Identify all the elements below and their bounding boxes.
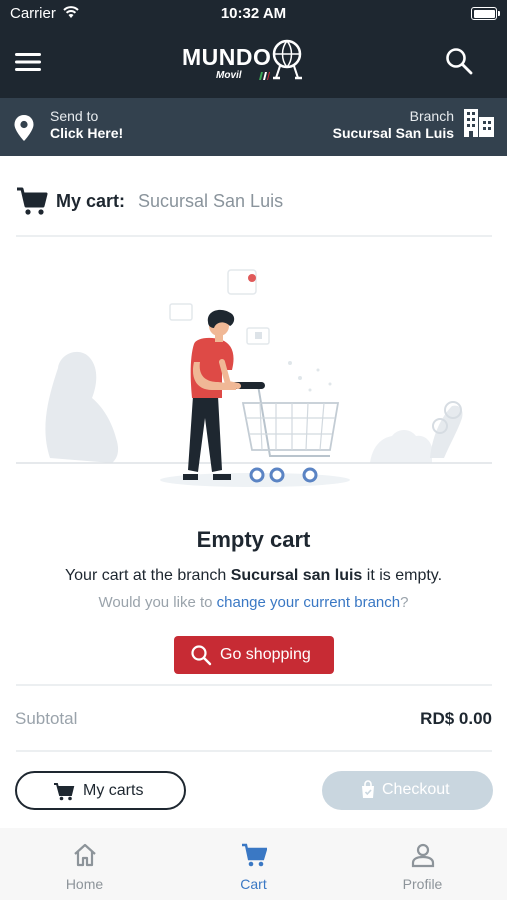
globe-mascot-icon — [272, 39, 302, 80]
change-branch-question: Would you like to change your current br… — [0, 594, 507, 611]
my-carts-button[interactable]: My carts — [15, 771, 186, 810]
send-to-value: Click Here! — [50, 125, 124, 141]
empty-cart-illustration — [16, 269, 492, 487]
location-pin-icon — [14, 115, 34, 141]
change-branch-link[interactable]: change your current branch — [217, 594, 400, 611]
my-carts-label: My carts — [83, 782, 144, 799]
brand-logo: MUNDO Movil — [182, 36, 308, 88]
question-suffix: ? — [400, 594, 409, 611]
checkout-button[interactable]: Checkout — [322, 771, 493, 810]
message-suffix: it is empty. — [366, 567, 443, 584]
divider — [16, 684, 492, 686]
cart-title: My cart: Sucursal San Luis — [16, 186, 476, 216]
building-icon — [464, 109, 494, 137]
cart-icon — [242, 843, 267, 867]
cart-title-branch: Sucursal San Luis — [138, 191, 284, 211]
profile-icon — [411, 843, 435, 868]
question-prefix: Would you like to — [98, 594, 213, 611]
search-icon[interactable] — [444, 46, 474, 76]
tab-cart[interactable]: Cart — [169, 828, 338, 900]
message-branch: Sucursal san luis — [230, 567, 363, 584]
location-bar: Send to Click Here! Branch Sucursal San … — [0, 98, 507, 156]
branch-label: Branch — [409, 108, 454, 124]
tab-cart-label: Cart — [240, 876, 267, 892]
search-icon — [191, 645, 212, 666]
cart-icon — [54, 783, 75, 801]
tab-bar: Home Cart Profile — [0, 828, 507, 900]
message-prefix: Your cart at the branch — [64, 567, 227, 584]
checkout-label: Checkout — [382, 781, 450, 798]
send-to-selector[interactable]: Send to Click Here! — [0, 98, 200, 156]
logo-subtext: Movil — [216, 70, 242, 81]
send-to-label: Send to — [50, 108, 99, 124]
go-shopping-label: Go shopping — [220, 646, 311, 663]
status-time: 10:32 AM — [220, 5, 287, 22]
empty-cart-title: Empty cart — [196, 527, 311, 552]
branch-value: Sucursal San Luis — [332, 125, 454, 141]
cart-title-label: My cart: — [56, 191, 126, 211]
tab-home[interactable]: Home — [0, 828, 169, 900]
empty-cart-message: Your cart at the branch Sucursal san lui… — [0, 567, 507, 585]
home-icon — [74, 843, 96, 867]
branch-selector[interactable]: Branch Sucursal San Luis — [247, 98, 507, 156]
divider — [16, 235, 492, 237]
app-header: MUNDO Movil — [0, 28, 507, 98]
hamburger-menu-icon[interactable] — [14, 48, 42, 76]
tab-home-label: Home — [65, 876, 104, 892]
cart-icon — [17, 187, 48, 215]
divider — [16, 750, 492, 752]
subtotal-label: Subtotal — [15, 709, 78, 728]
go-shopping-button[interactable]: Go shopping — [174, 636, 334, 674]
battery-icon — [471, 7, 500, 20]
status-bar: Carrier 10:32 AM — [0, 0, 507, 28]
subtotal-value: RD$ 0.00 — [420, 709, 492, 728]
flag-stripes-icon — [259, 72, 270, 80]
shopping-bag-icon — [362, 780, 374, 798]
tab-profile-label: Profile — [402, 876, 443, 892]
logo-text: MUNDO — [182, 44, 272, 70]
tab-profile[interactable]: Profile — [338, 828, 507, 900]
